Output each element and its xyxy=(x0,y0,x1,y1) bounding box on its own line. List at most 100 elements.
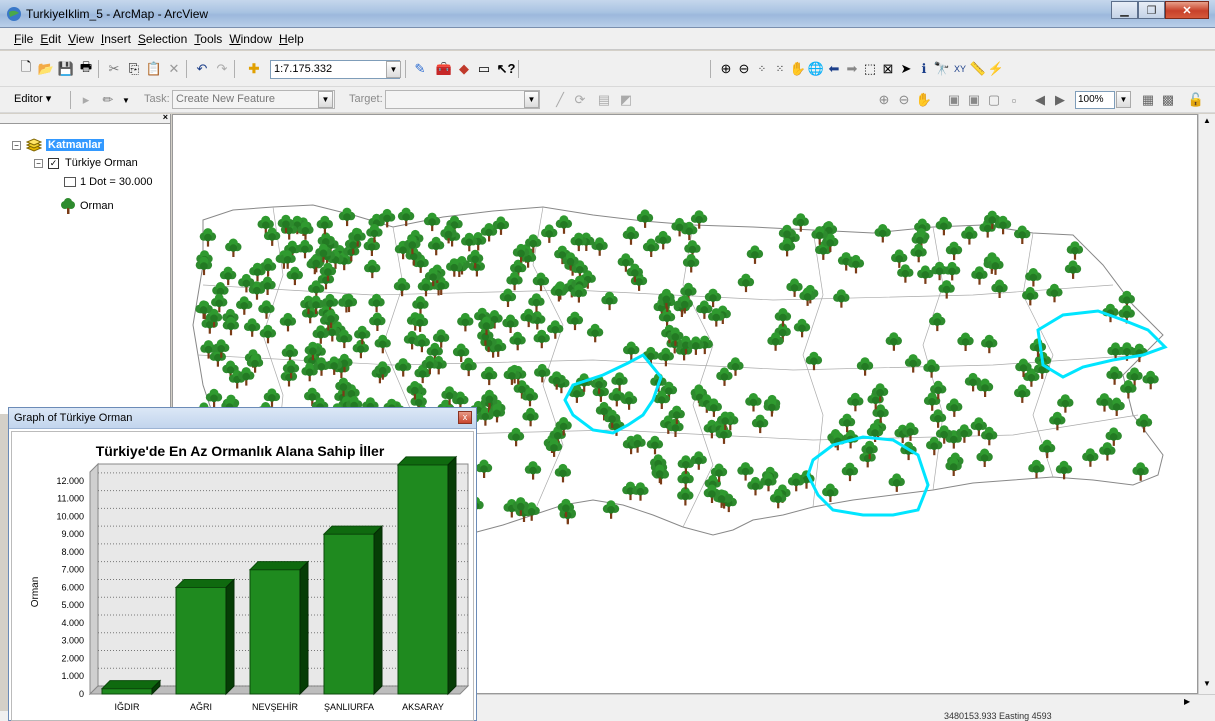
attributes-icon[interactable]: ▤ xyxy=(596,92,612,108)
layout-zoom-input[interactable]: 100% xyxy=(1075,91,1115,109)
find-binoculars-icon[interactable]: 🔭 xyxy=(934,61,950,77)
go-to-xy-icon[interactable]: XY xyxy=(952,61,968,77)
task-select[interactable]: Create New Feature xyxy=(172,90,335,109)
target-select[interactable] xyxy=(385,90,540,109)
chart-bar xyxy=(397,464,449,695)
zoom-whole-page-icon[interactable]: ▢ xyxy=(986,92,1002,108)
layout-pan-icon[interactable]: ✋ xyxy=(916,92,932,108)
layer-collapse-icon[interactable]: − xyxy=(34,158,43,168)
data-frame-label[interactable]: Katmanlar xyxy=(46,139,104,151)
layout-zoom-in-icon[interactable]: ⊕ xyxy=(876,92,892,108)
lock-icon[interactable]: 🔓 xyxy=(1188,92,1204,108)
measure-icon[interactable]: 📏 xyxy=(970,61,986,77)
chart-bar-top xyxy=(248,561,310,571)
redo-icon[interactable]: ↷ xyxy=(214,61,230,77)
map-scale-input[interactable]: 1:7.175.332 xyxy=(270,60,400,79)
toggle-draft-icon[interactable]: ▦ xyxy=(1140,92,1156,108)
zoom-in-icon[interactable]: ⊕ xyxy=(718,61,734,77)
scroll-up-icon[interactable]: ▲ xyxy=(1203,116,1211,125)
layout-back-icon[interactable]: ◀ xyxy=(1032,92,1048,108)
sketch-pencil-icon[interactable]: ✏ xyxy=(100,92,116,108)
zoom-100-icon[interactable]: ▫ xyxy=(1006,92,1022,108)
menu-selection[interactable]: Selection xyxy=(138,32,187,46)
menu-insert[interactable]: Insert xyxy=(101,32,131,46)
save-icon[interactable]: 💾 xyxy=(58,61,74,77)
toc-close-icon[interactable]: × xyxy=(163,112,168,122)
layer-visibility-checkbox[interactable]: ✓ xyxy=(48,157,59,169)
scale-dropdown-arrow[interactable]: ▼ xyxy=(386,61,401,78)
layout-fixed-zoom-out-icon[interactable]: ▣ xyxy=(966,92,982,108)
layout-forward-icon[interactable]: ▶ xyxy=(1052,92,1068,108)
arccatalog-icon[interactable]: ◆ xyxy=(456,61,472,77)
menu-edit[interactable]: Edit xyxy=(40,32,61,46)
sketch-dropdown-icon[interactable]: ▼ xyxy=(118,92,134,108)
chart-y-tick-label: 6.000 xyxy=(61,582,84,592)
graph-window-titlebar[interactable]: Graph of Türkiye Orman x xyxy=(9,408,476,429)
chart-y-tick-label: 12.000 xyxy=(56,476,84,486)
menu-window[interactable]: Window xyxy=(229,32,272,46)
chart-y-axis-label: Orman xyxy=(30,577,41,608)
chart-y-tick-label: 1.000 xyxy=(61,671,84,681)
zoom-out-icon[interactable]: ⊖ xyxy=(736,61,752,77)
chart-bar-top xyxy=(100,680,162,690)
layout-zoom-dropdown-arrow[interactable]: ▼ xyxy=(1116,91,1131,108)
toc-layer-row[interactable]: − ✓ Türkiye Orman xyxy=(34,157,138,169)
map-vertical-scrollbar[interactable]: ▲ ▼ xyxy=(1198,114,1215,694)
graph-close-button[interactable]: x xyxy=(458,411,472,424)
fixed-zoom-out-icon[interactable]: ⁙ xyxy=(772,61,788,77)
chart-bar-top xyxy=(174,578,236,588)
close-button[interactable]: ✕ xyxy=(1165,1,1209,19)
chart-x-ticks: IĞDIR AĞRI NEVŞEHİR ŞANLIURFA AKSARAY xyxy=(114,702,443,712)
target-label: Target: xyxy=(349,93,383,105)
menu-file[interactable]: File xyxy=(14,32,33,46)
task-label: Task: xyxy=(144,93,170,105)
forward-arrow-icon[interactable]: ➡ xyxy=(844,61,860,77)
layout-fixed-zoom-in-icon[interactable]: ▣ xyxy=(946,92,962,108)
split-tool-icon[interactable]: ╱ xyxy=(552,92,568,108)
rotate-tool-icon[interactable]: ⟳ xyxy=(572,92,588,108)
layout-zoom-out-icon[interactable]: ⊖ xyxy=(896,92,912,108)
target-dropdown-arrow[interactable]: ▼ xyxy=(524,91,539,108)
edit-tool-arrow-icon[interactable]: ▸ xyxy=(78,92,94,108)
full-extent-globe-icon[interactable]: 🌐 xyxy=(808,61,824,77)
menu-tools[interactable]: Tools xyxy=(194,32,222,46)
clear-selection-icon[interactable]: ⊠ xyxy=(880,61,896,77)
window-controls: ▁ ❐ ✕ xyxy=(1111,1,1209,19)
identify-icon[interactable]: ℹ xyxy=(916,61,932,77)
menu-help[interactable]: Help xyxy=(279,32,304,46)
open-folder-icon[interactable]: 📂 xyxy=(38,61,54,77)
whats-this-icon[interactable]: ↖? xyxy=(497,61,516,77)
cut-icon[interactable]: ✂ xyxy=(106,61,122,77)
copy-icon[interactable]: ⎘ xyxy=(126,61,142,77)
collapse-icon[interactable]: − xyxy=(12,140,21,150)
add-data-icon[interactable]: ✚ xyxy=(246,61,262,77)
new-document-icon[interactable]: 🗋 xyxy=(18,59,34,77)
menu-view[interactable]: View xyxy=(68,32,94,46)
print-icon[interactable]: 🖶 xyxy=(78,59,94,77)
window-icon[interactable]: ▭ xyxy=(476,61,492,77)
chart-x-tick-label: AĞRI xyxy=(190,702,212,712)
minimize-button[interactable]: ▁ xyxy=(1111,1,1138,19)
paste-icon[interactable]: 📋 xyxy=(146,61,162,77)
select-features-icon[interactable]: ⬚ xyxy=(862,61,878,77)
toc-root-row[interactable]: − Katmanlar xyxy=(12,138,104,152)
task-dropdown-arrow[interactable]: ▼ xyxy=(318,91,333,108)
select-elements-arrow-icon[interactable]: ➤ xyxy=(898,61,914,77)
graph-window[interactable]: Graph of Türkiye Orman x Türkiye'de En A… xyxy=(8,407,477,721)
hyperlink-lightning-icon[interactable]: ⚡ xyxy=(988,61,1004,77)
editor-menu-button[interactable]: Editor ▾ xyxy=(14,92,51,105)
scroll-down-icon[interactable]: ▼ xyxy=(1203,679,1211,688)
editor-toolbar-icon[interactable]: ✎ xyxy=(412,61,428,77)
sketch-properties-icon[interactable]: ◩ xyxy=(618,92,634,108)
back-arrow-icon[interactable]: ⬅ xyxy=(826,61,842,77)
fixed-zoom-in-icon[interactable]: ⁘ xyxy=(754,61,770,77)
delete-icon[interactable]: ✕ xyxy=(166,61,182,77)
pan-hand-icon[interactable]: ✋ xyxy=(790,61,806,77)
restore-button[interactable]: ❐ xyxy=(1138,1,1165,19)
arctoolbox-icon[interactable]: 🧰 xyxy=(436,61,452,77)
layer-name[interactable]: Türkiye Orman xyxy=(65,157,138,169)
legend-symbol-label: Orman xyxy=(80,200,114,212)
focus-frame-icon[interactable]: ▩ xyxy=(1160,92,1176,108)
scroll-right-icon[interactable]: ▶ xyxy=(1184,697,1190,706)
undo-icon[interactable]: ↶ xyxy=(194,61,210,77)
